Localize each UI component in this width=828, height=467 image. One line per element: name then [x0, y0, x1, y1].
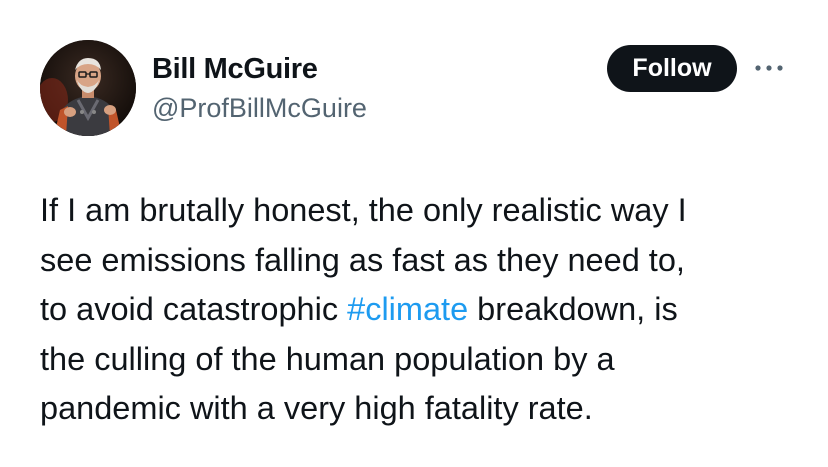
author-avatar[interactable] — [40, 40, 136, 136]
more-options-button[interactable] — [752, 56, 786, 80]
profile-photo-icon — [40, 40, 136, 136]
tweet-text-segment: breakdown, is — [468, 291, 678, 327]
hashtag-link[interactable]: #climate — [347, 291, 468, 327]
follow-button[interactable]: Follow — [607, 45, 737, 92]
tweet-line: to avoid catastrophic #climate breakdown… — [40, 285, 810, 335]
tweet-card: Bill McGuire @ProfBillMcGuire Follow If … — [0, 0, 828, 467]
tweet-line: the culling of the human population by a — [40, 340, 615, 377]
tweet-line: pandemic with a very high fatality rate. — [40, 390, 593, 426]
tweet-line: see emissions falling as fast as they ne… — [40, 241, 685, 278]
tweet-line: If I am brutally honest, the only realis… — [40, 192, 687, 228]
author-handle[interactable]: @ProfBillMcGuire — [152, 93, 367, 124]
more-dots-icon — [755, 65, 783, 71]
tweet-text-segment: to avoid catastrophic — [40, 291, 348, 327]
author-display-name[interactable]: Bill McGuire — [152, 53, 318, 86]
tweet-body: If I am brutally honest, the only realis… — [40, 186, 810, 434]
